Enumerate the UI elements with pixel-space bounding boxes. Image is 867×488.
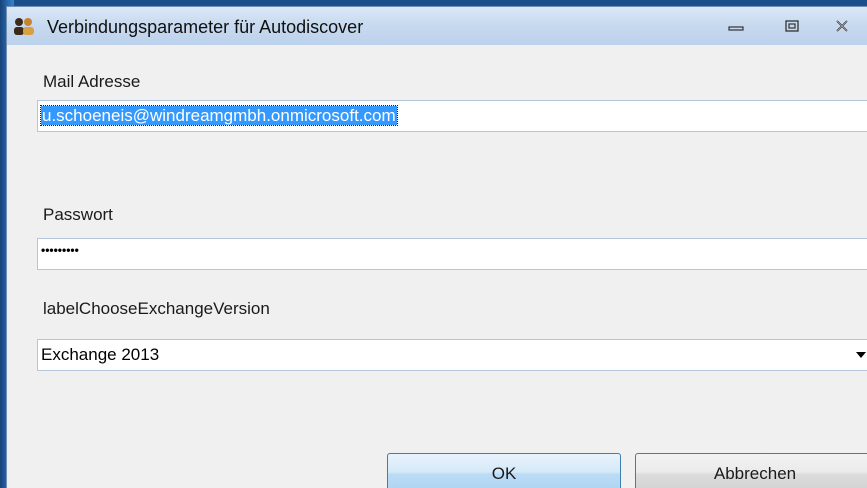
password-value: ••••••••• xyxy=(41,243,79,257)
minimize-icon xyxy=(728,26,744,31)
minimize-button[interactable] xyxy=(723,15,749,37)
password-input[interactable]: ••••••••• xyxy=(37,238,867,270)
dialog-body: Mail Adresse u.schoeneis@windreamgmbh.on… xyxy=(7,45,867,488)
exchange-version-select[interactable]: Exchange 2013 xyxy=(37,339,867,371)
exchange-version-label: labelChooseExchangeVersion xyxy=(43,299,270,318)
cancel-button[interactable]: Abbrechen xyxy=(635,453,867,488)
maximize-icon xyxy=(785,20,799,32)
ok-button[interactable]: OK xyxy=(387,453,621,488)
exchange-version-value: Exchange 2013 xyxy=(41,345,160,364)
mail-address-value: u.schoeneis@windreamgmbh.onmicrosoft.com xyxy=(40,105,398,126)
close-button[interactable] xyxy=(829,15,855,37)
close-icon xyxy=(836,20,848,32)
mail-address-input[interactable]: u.schoeneis@windreamgmbh.onmicrosoft.com xyxy=(37,100,867,132)
title-bar[interactable]: Verbindungsparameter für Autodiscover xyxy=(7,7,867,45)
mail-address-label: Mail Adresse xyxy=(43,72,141,91)
autodiscover-dialog: Verbindungsparameter für Autodiscover Ma… xyxy=(6,6,867,488)
password-label: Passwort xyxy=(43,205,113,224)
window-title: Verbindungsparameter für Autodiscover xyxy=(47,17,364,37)
maximize-button[interactable] xyxy=(779,15,805,37)
chevron-down-icon[interactable] xyxy=(856,352,866,358)
autodiscover-people-icon xyxy=(13,16,35,36)
